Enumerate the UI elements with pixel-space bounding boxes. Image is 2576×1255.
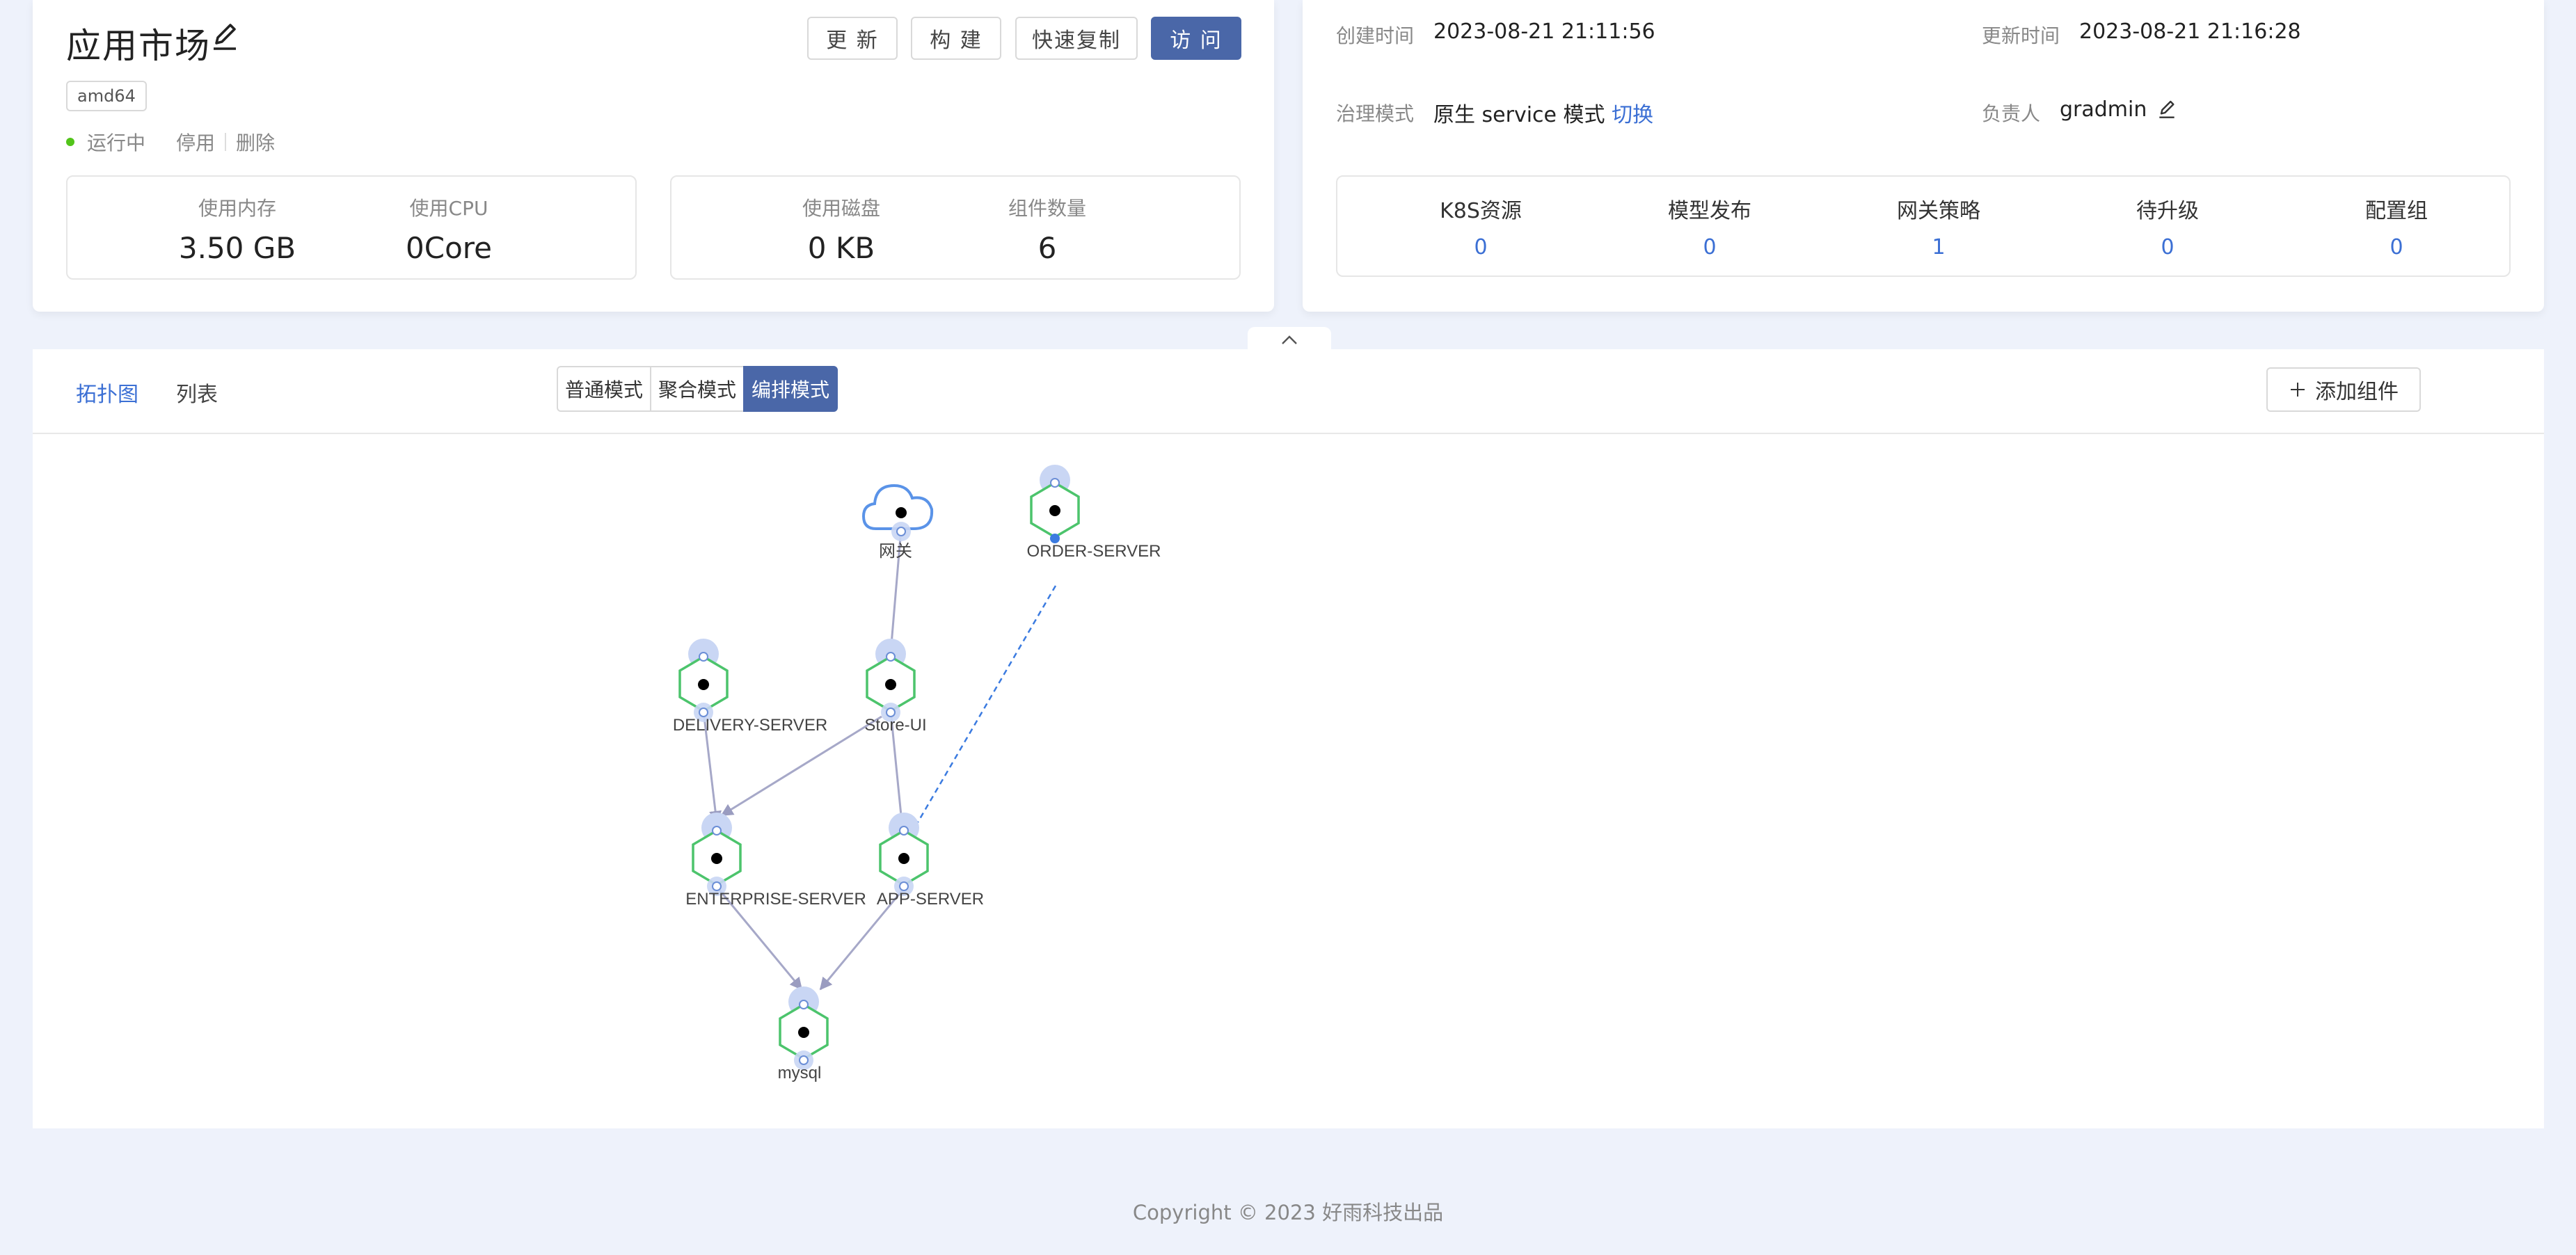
tab-topology[interactable]: 拓扑图	[76, 377, 138, 408]
k8s-resource-value[interactable]: 0	[1397, 235, 1564, 259]
created-value: 2023-08-21 21:11:56	[1433, 19, 1655, 44]
memory-value: 3.50 GB	[178, 231, 296, 265]
updated-label: 更新时间	[1982, 24, 2060, 47]
config-group-label: 配置组	[2365, 199, 2428, 223]
owner-value: gradmin	[2060, 97, 2147, 122]
copyright-footer: Copyright © 2023 好雨科技出品	[1132, 1201, 1444, 1224]
edit-title-icon[interactable]	[208, 21, 241, 54]
gateway-label: 网关	[879, 542, 912, 561]
app-summary-card: 应用市场 更 新 构 建 快速复制 访 问 amd64 运行中 停用 删除 使用…	[33, 0, 1274, 312]
app-info-card: 创建时间 2023-08-21 21:11:56 更新时间 2023-08-21…	[1303, 0, 2544, 312]
quick-copy-button[interactable]: 快速复制	[1015, 17, 1138, 60]
node-store-ui[interactable]: Store-UI	[864, 639, 927, 735]
governance-mode-text: 原生 service 模式	[1433, 103, 1605, 127]
resource-box: K8S资源 0 模型发布 0 网关策略 1 待升级 0 配置组 0	[1336, 175, 2511, 277]
status-text: 运行中	[87, 131, 146, 154]
mode-orchestrate-button[interactable]: 编排模式	[743, 366, 838, 412]
cpu-value: 0Core	[406, 231, 492, 265]
edge-order-appserver	[916, 585, 1057, 823]
mysql-label: mysql	[778, 1064, 822, 1082]
owner-label: 负责人	[1982, 102, 2041, 125]
status-row: 运行中 停用 删除	[66, 128, 275, 156]
governance-label: 治理模式	[1336, 102, 1415, 125]
plus-icon	[2291, 383, 2305, 397]
node-gateway[interactable]: 网关	[861, 483, 934, 561]
add-component-label: 添加组件	[2315, 380, 2399, 404]
app-title: 应用市场	[66, 26, 211, 66]
node-mysql[interactable]: mysql	[778, 986, 829, 1082]
store-ui-label: Store-UI	[864, 716, 926, 735]
build-button[interactable]: 构 建	[911, 17, 1001, 60]
arch-tag: amd64	[66, 81, 147, 111]
mode-switch: 普通模式 聚合模式 编排模式	[557, 366, 838, 412]
gateway-policy-value[interactable]: 1	[1855, 235, 2022, 259]
enterprise-server-label: ENTERPRISE-SERVER	[685, 890, 866, 909]
edit-owner-icon[interactable]	[2156, 99, 2178, 121]
governance-value: 原生 service 模式 切换	[1433, 97, 1653, 128]
disk-label: 使用磁盘	[802, 197, 880, 220]
order-server-label: ORDER-SERVER	[1027, 542, 1161, 561]
updated-value: 2023-08-21 21:16:28	[2079, 19, 2301, 44]
node-delivery-server[interactable]: DELIVERY-SERVER	[673, 639, 827, 735]
delivery-server-label: DELIVERY-SERVER	[673, 716, 827, 735]
divider	[225, 133, 227, 151]
governance-switch-link[interactable]: 切换	[1612, 103, 1653, 127]
mode-normal-button[interactable]: 普通模式	[557, 366, 652, 412]
config-group-value[interactable]: 0	[2313, 235, 2480, 259]
add-component-button[interactable]: 添加组件	[2266, 367, 2421, 412]
topology-graph[interactable]: 网关 ORDER-SERVER DELIVERY-SERVER Store-UI…	[33, 433, 2544, 1128]
model-publish-value[interactable]: 0	[1626, 235, 1793, 259]
components-label: 组件数量	[1008, 197, 1086, 220]
status-dot-icon	[66, 138, 74, 146]
cpu-label: 使用CPU	[409, 197, 488, 220]
components-value: 6	[1037, 231, 1057, 265]
mode-aggregate-button[interactable]: 聚合模式	[650, 366, 745, 412]
created-label: 创建时间	[1336, 24, 1415, 47]
app-server-label: APP-SERVER	[877, 890, 984, 909]
k8s-resource-label: K8S资源	[1440, 199, 1522, 223]
tab-list[interactable]: 列表	[176, 377, 218, 408]
cloud-icon	[861, 483, 934, 530]
memory-label: 使用内存	[198, 197, 276, 220]
usage-box-1: 使用内存 3.50 GB 使用CPU 0Core	[66, 175, 637, 280]
node-enterprise-server[interactable]: ENTERPRISE-SERVER	[685, 813, 866, 909]
edges	[702, 536, 1057, 991]
update-button[interactable]: 更 新	[807, 17, 898, 60]
chevron-up-icon	[1282, 335, 1297, 344]
topology-panel: 拓扑图 列表 普通模式 聚合模式 编排模式 添加组件 网关 ORDER-SERV…	[33, 349, 2544, 1128]
visit-button[interactable]: 访 问	[1151, 17, 1241, 60]
disk-value: 0 KB	[807, 231, 875, 265]
usage-box-2: 使用磁盘 0 KB 组件数量 6	[670, 175, 1241, 280]
pending-upgrade-label: 待升级	[2136, 199, 2199, 223]
delete-link[interactable]: 删除	[236, 128, 275, 156]
node-order-server[interactable]: ORDER-SERVER	[1027, 465, 1161, 561]
model-publish-label: 模型发布	[1668, 199, 1751, 223]
pending-upgrade-value[interactable]: 0	[2084, 235, 2251, 259]
stop-link[interactable]: 停用	[176, 128, 215, 156]
gateway-policy-label: 网关策略	[1897, 199, 1980, 223]
node-app-server[interactable]: APP-SERVER	[877, 813, 984, 909]
view-tabs-bar: 拓扑图 列表 普通模式 聚合模式 编排模式 添加组件	[33, 349, 2544, 434]
